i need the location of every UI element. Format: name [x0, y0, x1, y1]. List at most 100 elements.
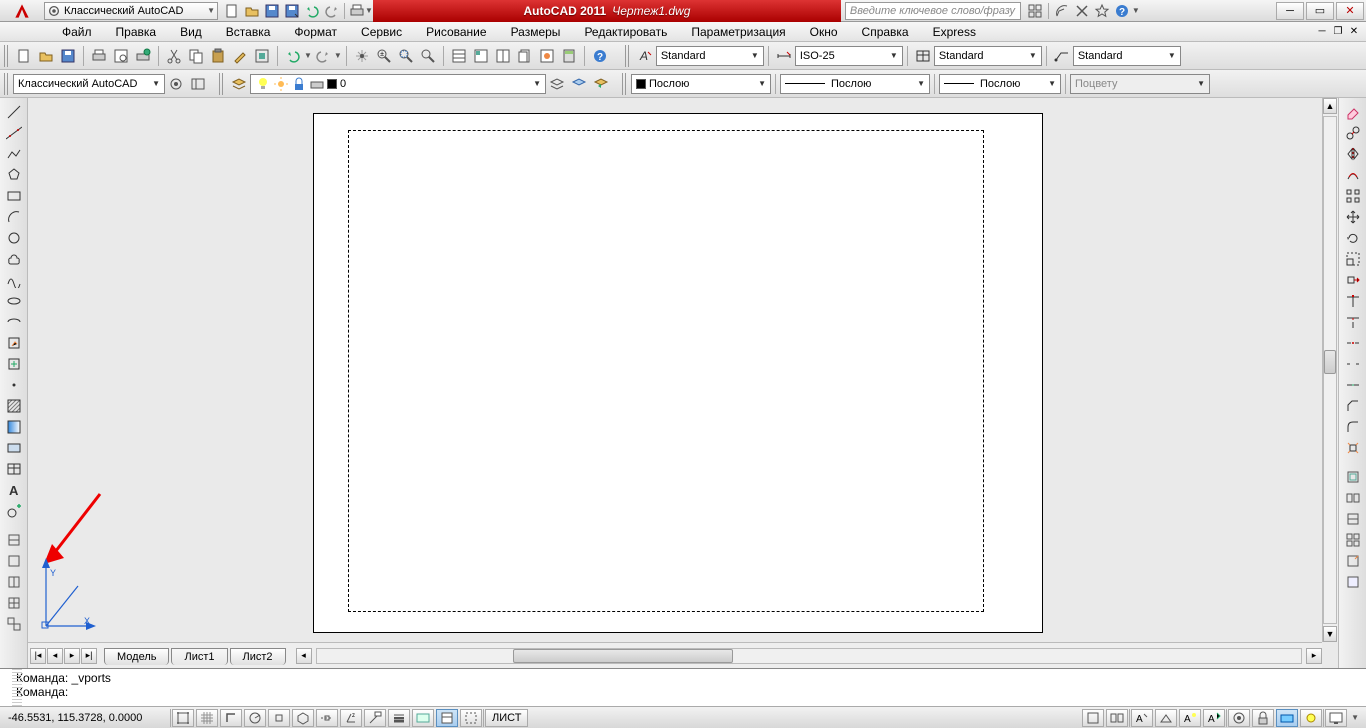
cut-button[interactable]	[163, 45, 185, 67]
layer-properties-button[interactable]	[228, 73, 250, 95]
menu-format[interactable]: Формат	[282, 23, 349, 41]
copy-button[interactable]	[1342, 123, 1364, 143]
pline-button[interactable]	[3, 144, 25, 164]
menu-edit[interactable]: Правка	[104, 23, 169, 41]
tb-r5[interactable]	[1342, 551, 1364, 571]
toolbar-grip[interactable]	[4, 45, 10, 67]
trim-button[interactable]	[1342, 291, 1364, 311]
menu-parametric[interactable]: Параметризация	[679, 23, 797, 41]
tab-last[interactable]: ▸|	[81, 648, 97, 664]
ws-settings-button[interactable]	[165, 73, 187, 95]
subscription-icon[interactable]	[1052, 2, 1072, 20]
text-style-dd[interactable]: Standard▼	[656, 46, 764, 66]
tb-e[interactable]	[3, 614, 25, 634]
model-paper-toggle[interactable]: ЛИСТ	[485, 709, 528, 727]
workspace-dd2[interactable]: Классический AutoCAD▼	[13, 74, 165, 94]
my-workspace-button[interactable]	[187, 73, 209, 95]
scroll-thumb[interactable]	[513, 649, 733, 663]
layer-dd[interactable]: 0 ▼	[250, 74, 546, 94]
ducs-toggle[interactable]: z	[340, 709, 362, 727]
matchprop-button[interactable]	[229, 45, 251, 67]
help-button[interactable]: ?	[1112, 2, 1132, 20]
tb-d[interactable]	[3, 593, 25, 613]
ortho-toggle[interactable]	[220, 709, 242, 727]
stretch-button[interactable]	[1342, 270, 1364, 290]
ellipse-arc-button[interactable]	[3, 312, 25, 332]
add-selected-button[interactable]	[3, 501, 25, 521]
array-button[interactable]	[1342, 186, 1364, 206]
explode-button[interactable]	[1342, 438, 1364, 458]
workspace-dropdown[interactable]: Классический AutoCAD ▼	[44, 2, 218, 20]
mdi-minimize[interactable]: ─	[1314, 24, 1330, 38]
st-r2[interactable]	[1106, 709, 1128, 727]
save-button[interactable]	[57, 45, 79, 67]
zoom-previous-button[interactable]	[417, 45, 439, 67]
exchange-icon[interactable]	[1072, 2, 1092, 20]
menu-help[interactable]: Справка	[850, 23, 921, 41]
open-button[interactable]	[35, 45, 57, 67]
tab-model[interactable]: Модель	[104, 648, 169, 665]
qp-toggle[interactable]	[436, 709, 458, 727]
layer-states-button[interactable]	[546, 73, 568, 95]
mdi-restore[interactable]: ❐	[1330, 24, 1346, 38]
osnap-toggle[interactable]	[268, 709, 290, 727]
erase-button[interactable]	[1342, 102, 1364, 122]
tab-first[interactable]: |◂	[30, 648, 46, 664]
ellipse-button[interactable]	[3, 291, 25, 311]
menu-dimension[interactable]: Размеры	[499, 23, 573, 41]
chevron-down-icon[interactable]: ▼	[365, 6, 373, 15]
line-button[interactable]	[3, 102, 25, 122]
move-button[interactable]	[1342, 207, 1364, 227]
polygon-button[interactable]	[3, 165, 25, 185]
arc-button[interactable]	[3, 207, 25, 227]
tb-c[interactable]	[3, 572, 25, 592]
scale-button[interactable]	[1342, 249, 1364, 269]
zoom-realtime-button[interactable]: ±	[373, 45, 395, 67]
viewport-frame[interactable]	[348, 130, 984, 612]
plot-preview-button[interactable]	[110, 45, 132, 67]
point-button[interactable]	[3, 375, 25, 395]
menu-window[interactable]: Окно	[798, 23, 850, 41]
plot-button[interactable]	[88, 45, 110, 67]
menu-file[interactable]: Файл	[50, 23, 104, 41]
otrack-toggle[interactable]	[316, 709, 338, 727]
offset-button[interactable]	[1342, 165, 1364, 185]
properties-button[interactable]	[448, 45, 470, 67]
xline-button[interactable]	[3, 123, 25, 143]
infocenter-search[interactable]: Введите ключевое слово/фразу	[845, 2, 1021, 20]
tb-r4[interactable]	[1342, 530, 1364, 550]
ws-switch[interactable]	[1228, 709, 1250, 727]
menu-view[interactable]: Вид	[168, 23, 214, 41]
layer-iso-button[interactable]	[568, 73, 590, 95]
tb-r6[interactable]	[1342, 572, 1364, 592]
rotate-button[interactable]	[1342, 228, 1364, 248]
mtext-button[interactable]: A	[3, 480, 25, 500]
hatch-button[interactable]	[3, 396, 25, 416]
insert-button[interactable]	[3, 333, 25, 353]
scroll-down[interactable]: ▼	[1323, 626, 1337, 642]
mdi-close[interactable]: ✕	[1346, 24, 1362, 38]
table-style-button[interactable]	[912, 45, 934, 67]
tb-a[interactable]	[3, 530, 25, 550]
scroll-thumb[interactable]	[1324, 350, 1336, 374]
toolbar-grip[interactable]	[219, 73, 225, 95]
favorite-icon[interactable]	[1092, 2, 1112, 20]
undo-button[interactable]	[282, 45, 304, 67]
make-block-button[interactable]	[3, 354, 25, 374]
clean-screen[interactable]	[1325, 709, 1347, 727]
sheet-set-button[interactable]	[514, 45, 536, 67]
annovis-toggle[interactable]: A	[1179, 709, 1201, 727]
redo-button[interactable]	[312, 45, 334, 67]
minimize-button[interactable]: ─	[1276, 2, 1304, 20]
vertical-scrollbar[interactable]: ▲ ▼	[1322, 98, 1338, 642]
mleader-style-dd[interactable]: Standard▼	[1073, 46, 1181, 66]
redo-button[interactable]	[322, 2, 342, 20]
coordinates[interactable]: -46.5531, 115.3728, 0.0000	[0, 712, 170, 724]
chevron-down-icon[interactable]: ▼	[1132, 6, 1140, 15]
circle-button[interactable]	[3, 228, 25, 248]
st-r1[interactable]	[1082, 709, 1104, 727]
publish-button[interactable]	[132, 45, 154, 67]
maximize-button[interactable]: ▭	[1306, 2, 1334, 20]
drawing-area[interactable]: Y X ▲ ▼ |◂ ◂ ▸ ▸| Модель Лист1 Лист2 ◂	[28, 98, 1338, 668]
close-button[interactable]: ✕	[1336, 2, 1364, 20]
